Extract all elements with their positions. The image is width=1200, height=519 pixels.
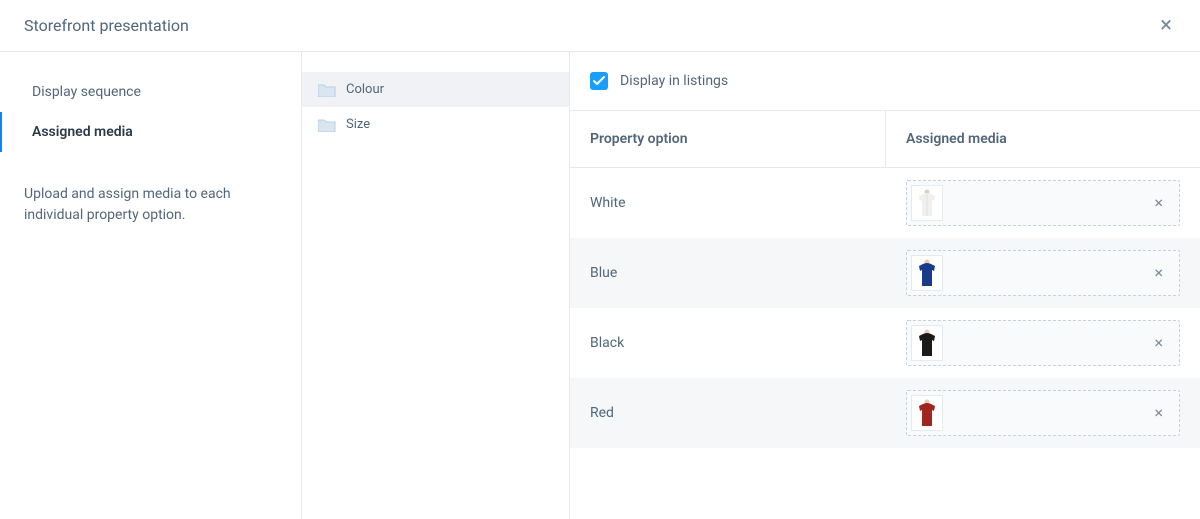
right-column: Display in listings Property option Assi… [570,52,1200,519]
close-icon: × [1154,403,1163,422]
property-group-label: Colour [346,82,384,97]
shirt-icon [917,399,937,427]
table-header-row: Property option Assigned media [570,111,1200,168]
check-icon [593,76,605,86]
remove-media-button[interactable]: × [1142,335,1175,351]
display-in-listings-row: Display in listings [570,52,1200,111]
shirt-icon [917,259,937,287]
property-group-size[interactable]: Size [302,107,569,142]
option-cell: Blue [570,245,886,301]
close-button[interactable]: × [1156,11,1176,41]
media-thumbnail [911,255,943,291]
media-slot[interactable]: × [906,250,1180,296]
property-group-label: Size [346,117,370,132]
table-header-option: Property option [570,111,886,167]
folder-icon [318,82,336,97]
close-icon: × [1154,263,1163,282]
remove-media-button[interactable]: × [1142,265,1175,281]
option-cell: Black [570,315,886,371]
media-cell: × [886,168,1200,238]
modal-header: Storefront presentation × [0,0,1200,52]
folder-icon [318,117,336,132]
media-thumbnail [911,185,943,221]
nav-item-assigned-media[interactable]: Assigned media [0,112,301,152]
display-in-listings-checkbox[interactable] [590,72,608,90]
middle-column: Colour Size [302,52,570,519]
modal-title: Storefront presentation [24,16,189,35]
help-text: Upload and assign media to each individu… [0,152,301,226]
table-row: Black × [570,308,1200,378]
nav-item-display-sequence[interactable]: Display sequence [0,72,301,112]
property-group-colour[interactable]: Colour [302,72,569,107]
media-thumbnail [911,395,943,431]
media-slot[interactable]: × [906,320,1180,366]
nav-item-label: Display sequence [32,84,141,100]
left-column: Display sequence Assigned media Upload a… [0,52,302,519]
media-slot[interactable]: × [906,180,1180,226]
media-cell: × [886,308,1200,378]
table-row: Blue × [570,238,1200,308]
option-cell: White [570,175,886,231]
close-icon: × [1160,13,1172,38]
option-cell: Red [570,385,886,441]
close-icon: × [1154,193,1163,212]
shirt-icon [917,329,937,357]
display-in-listings-label: Display in listings [620,73,728,89]
remove-media-button[interactable]: × [1142,405,1175,421]
modal-body: Display sequence Assigned media Upload a… [0,52,1200,519]
nav-item-label: Assigned media [32,124,133,140]
media-cell: × [886,378,1200,448]
remove-media-button[interactable]: × [1142,195,1175,211]
table-row: White × [570,168,1200,238]
media-cell: × [886,238,1200,308]
media-thumbnail [911,325,943,361]
table-header-media: Assigned media [886,111,1200,167]
close-icon: × [1154,333,1163,352]
media-slot[interactable]: × [906,390,1180,436]
shirt-icon [917,189,937,217]
media-table: Property option Assigned media White × [570,111,1200,448]
table-row: Red × [570,378,1200,448]
